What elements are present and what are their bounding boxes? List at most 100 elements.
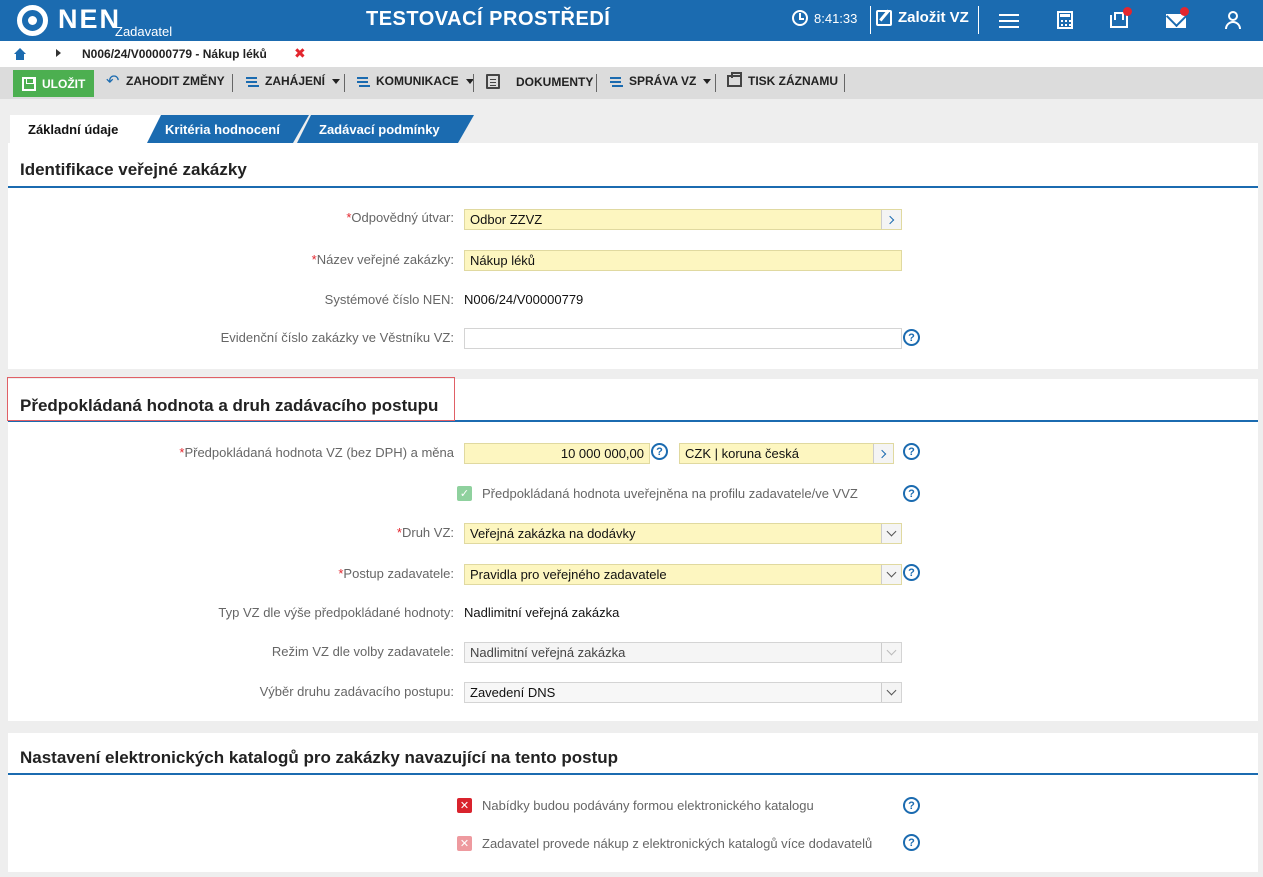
responsible-unit-field[interactable]: Odbor ZZVZ — [464, 209, 902, 230]
clock-icon — [792, 10, 808, 26]
kind-value: Veřejná zakázka na dodávky — [470, 526, 636, 541]
divider — [596, 74, 597, 92]
documents-button[interactable]: DOKUMENTY — [486, 74, 593, 89]
user-icon[interactable] — [1222, 10, 1244, 30]
floppy-icon — [22, 76, 36, 91]
logo-subtitle: Zadavatel — [115, 24, 173, 39]
printer-icon — [727, 72, 742, 87]
start-label: ZAHÁJENÍ — [265, 74, 326, 88]
divider — [715, 74, 716, 92]
communication-menu-button[interactable]: KOMUNIKACE — [356, 74, 474, 88]
regime-label: Režim VZ dle volby zadavatele: — [271, 644, 454, 659]
help-icon[interactable]: ? — [903, 485, 920, 502]
choice-label: Výběr druhu zadávacího postupu: — [259, 684, 454, 699]
type-label: Typ VZ dle výše předpokládané hodnoty: — [218, 605, 454, 620]
catalog-settings-panel: Nastavení elektronických katalogů pro za… — [8, 733, 1258, 872]
regime-select: Nadlimitní veřejná zakázka — [464, 642, 902, 663]
published-label: Předpokládaná hodnota uveřejněna na prof… — [482, 486, 858, 501]
highlight-frame — [7, 377, 455, 421]
divider — [473, 74, 474, 92]
dropdown-button[interactable] — [881, 683, 901, 702]
notification-dot — [1180, 7, 1189, 16]
system-number-value: N006/24/V00000779 — [464, 292, 584, 307]
estimated-value-panel: Předpokládaná hodnota a druh zadávacího … — [8, 379, 1258, 721]
notification-dot — [1123, 7, 1132, 16]
save-button[interactable]: ULOŽIT — [13, 70, 94, 97]
system-number-label: Systémové číslo NEN: — [324, 292, 454, 307]
unit-label: *Odpovědný útvar: — [346, 210, 454, 225]
estimated-value-label: *Předpokládaná hodnota VZ (bez DPH) a mě… — [179, 445, 454, 460]
menu-icon[interactable] — [998, 10, 1020, 30]
breadcrumb-current[interactable]: N006/24/V00000779 - Nákup léků — [82, 47, 267, 61]
choice-select[interactable]: Zavedení DNS — [464, 682, 902, 703]
start-menu-button[interactable]: ZAHÁJENÍ — [245, 74, 341, 88]
journal-number-label: Evidenční číslo zakázky ve Věstníku VZ: — [220, 330, 454, 345]
help-icon[interactable]: ? — [903, 443, 920, 460]
catalog-offers-checkbox[interactable]: ✕ — [457, 798, 472, 813]
nen-logo-icon — [17, 5, 48, 36]
tab-tender-conditions[interactable]: Zadávací podmínky — [297, 115, 474, 143]
dropdown-button[interactable] — [881, 565, 901, 584]
name-label: *Název veřejné zakázky: — [311, 252, 454, 267]
kind-select[interactable]: Veřejná zakázka na dodávky — [464, 523, 902, 544]
identification-panel: Identifikace veřejné zakázky *Odpovědný … — [8, 143, 1258, 369]
print-record-button[interactable]: TISK ZÁZNAMU — [727, 72, 838, 88]
section-underline — [8, 186, 1258, 188]
divider — [978, 6, 979, 34]
calculator-icon[interactable] — [1054, 10, 1076, 30]
home-icon[interactable] — [14, 48, 26, 60]
catalog-offers-label: Nabídky budou podávány formou elektronic… — [482, 798, 814, 813]
procedure-value: Pravidla pro veřejného zadavatele — [470, 567, 667, 582]
top-bar: NEN Zadavatel TESTOVACÍ PROSTŘEDÍ 8:41:3… — [0, 0, 1263, 41]
list-icon — [609, 75, 623, 87]
multi-supplier-checkbox[interactable]: ✕ — [457, 836, 472, 851]
management-menu-button[interactable]: SPRÁVA VZ — [609, 74, 712, 88]
procedure-select[interactable]: Pravidla pro veřejného zadavatele — [464, 564, 902, 585]
list-icon — [245, 75, 259, 87]
currency-field[interactable]: CZK | koruna česká — [679, 443, 894, 464]
tender-name-field[interactable]: Nákup léků — [464, 250, 902, 271]
create-vz-button[interactable]: Založit VZ — [876, 9, 969, 26]
chevron-right-icon — [885, 215, 895, 224]
dropdown-button[interactable] — [881, 524, 901, 543]
open-picker-button[interactable] — [873, 444, 893, 463]
divider — [844, 74, 845, 92]
divider — [232, 74, 233, 92]
procedure-label: *Postup zadavatele: — [338, 566, 454, 581]
section-title: Nastavení elektronických katalogů pro za… — [20, 748, 619, 767]
logo-text: NEN — [58, 4, 122, 34]
divider — [344, 74, 345, 92]
chevron-right-icon — [56, 49, 61, 57]
regime-value: Nadlimitní veřejná zakázka — [470, 645, 626, 660]
open-picker-button[interactable] — [881, 210, 901, 229]
divider — [870, 6, 871, 34]
create-vz-label: Založit VZ — [898, 9, 969, 26]
document-icon — [486, 74, 500, 89]
close-icon[interactable]: ✖ — [294, 45, 306, 62]
published-checkbox[interactable]: ✓ — [457, 486, 472, 501]
tab-basic-info[interactable]: Základní údaje — [10, 115, 162, 143]
chevron-right-icon — [877, 449, 887, 458]
print-label: TISK ZÁZNAMU — [748, 74, 838, 88]
mail-icon[interactable] — [1165, 7, 1189, 30]
tab-evaluation-criteria[interactable]: Kritéria hodnocení — [147, 115, 309, 143]
inbox-icon[interactable] — [1108, 7, 1132, 30]
edit-icon — [876, 9, 892, 26]
multi-supplier-label: Zadavatel provede nákup z elektronických… — [482, 836, 873, 851]
help-icon[interactable]: ? — [903, 329, 920, 346]
choice-value: Zavedení DNS — [470, 685, 556, 700]
help-icon[interactable]: ? — [651, 443, 668, 460]
help-icon[interactable]: ? — [903, 834, 920, 851]
discard-changes-button[interactable]: ZAHODIT ZMĚNY — [106, 71, 225, 91]
help-icon[interactable]: ? — [903, 797, 920, 814]
chevron-down-icon — [886, 645, 897, 656]
list-icon — [356, 75, 370, 87]
kind-label: *Druh VZ: — [396, 525, 454, 540]
save-label: ULOŽIT — [42, 76, 86, 91]
breadcrumb: N006/24/V00000779 - Nákup léků ✖ — [0, 41, 1263, 67]
section-title: Identifikace veřejné zakázky — [20, 160, 247, 179]
estimated-value-field[interactable]: 10 000 000,00 — [464, 443, 650, 464]
chevron-down-icon — [886, 685, 897, 696]
help-icon[interactable]: ? — [903, 564, 920, 581]
journal-number-field[interactable] — [464, 328, 902, 349]
